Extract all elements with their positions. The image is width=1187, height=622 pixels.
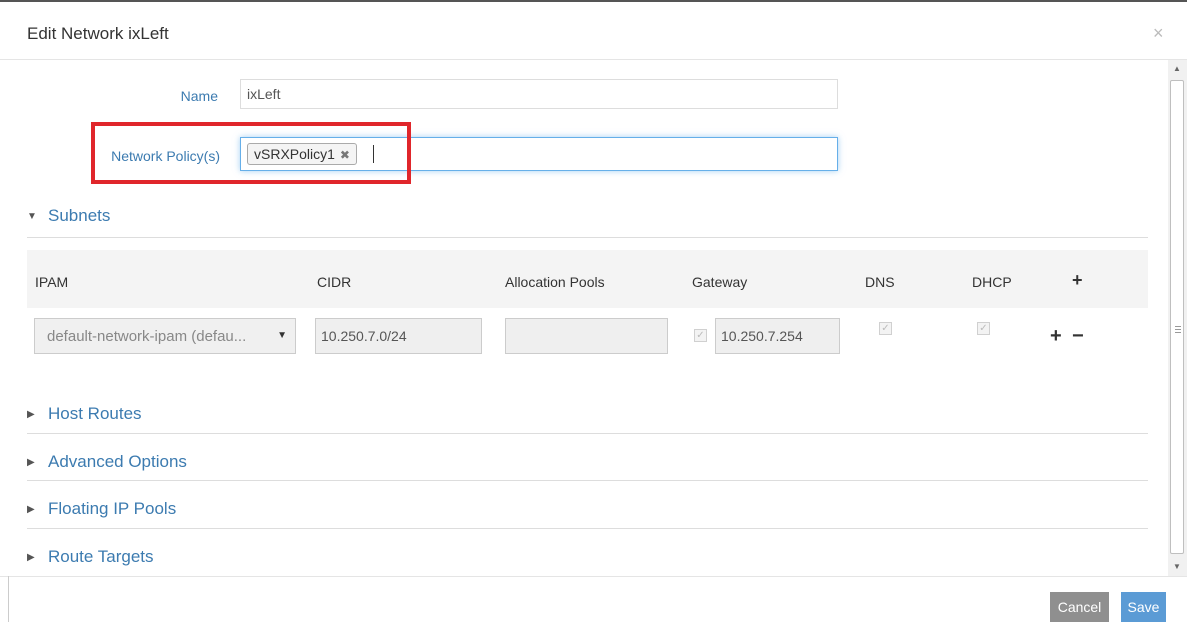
subnet-table-header: IPAM CIDR Allocation Pools Gateway DNS D… [27,250,1148,308]
advanced-options-section[interactable]: ▶ Advanced Options [27,452,1148,481]
gateway-field[interactable]: 10.250.7.254 [715,318,840,354]
subnets-heading: Subnets [48,206,111,225]
save-button[interactable]: Save [1121,592,1166,622]
modal-footer: Cancel Save [0,576,1187,622]
divider [27,480,1148,481]
route-targets-heading: Route Targets [48,547,154,566]
caret-right-icon: ▶ [27,457,35,468]
col-gateway: Gateway [692,274,748,290]
remove-row-icon[interactable]: − [1072,326,1084,346]
caret-down-icon: ▼ [277,330,287,341]
divider [27,433,1148,434]
host-routes-heading: Host Routes [48,404,142,423]
route-targets-section[interactable]: ▶ Route Targets [27,547,1148,569]
grip-icon [1175,326,1181,335]
col-dhcp: DHCP [972,274,1012,290]
modal-header: Edit Network ixLeft × [0,2,1187,60]
subnets-section: ▼ Subnets [27,206,1148,238]
subnets-toggle[interactable]: ▼ Subnets [27,206,1148,228]
vertical-scrollbar[interactable]: ▲ ▼ [1168,60,1187,576]
dhcp-checkbox[interactable]: ✓ [977,322,990,335]
col-ipam: IPAM [35,274,69,290]
dns-checkbox[interactable]: ✓ [879,322,892,335]
edge-line [8,576,9,622]
modal-body: Name Network Policy(s) vSRXPolicy1✖ ▼ Su… [0,60,1168,576]
caret-right-icon: ▶ [27,504,35,515]
scrollbar-thumb[interactable] [1170,80,1184,554]
ipam-select[interactable]: default-network-ipam (defau... ▼ [34,318,296,354]
col-dns: DNS [865,274,895,290]
col-allocation-pools: Allocation Pools [505,274,605,290]
floating-ip-pools-heading: Floating IP Pools [48,499,177,518]
col-cidr: CIDR [317,274,352,290]
caret-down-icon: ▼ [27,211,37,222]
allocation-pools-field[interactable] [505,318,668,354]
add-row-icon[interactable]: + [1050,326,1062,346]
gateway-checkbox[interactable]: ✓ [694,329,707,342]
divider [27,237,1148,238]
edit-network-modal: Edit Network ixLeft × Name Network Polic… [0,0,1187,622]
divider [27,528,1148,529]
ipam-select-value: default-network-ipam (defau... [47,328,247,345]
cancel-button[interactable]: Cancel [1050,592,1109,622]
name-label: Name [180,88,218,104]
caret-right-icon: ▶ [27,409,35,420]
close-icon[interactable]: × [1153,24,1164,42]
cidr-field[interactable]: 10.250.7.0/24 [315,318,482,354]
name-field[interactable] [240,79,838,109]
modal-title: Edit Network ixLeft [27,24,169,43]
scroll-up-icon[interactable]: ▲ [1173,64,1181,73]
caret-right-icon: ▶ [27,552,35,563]
advanced-options-heading: Advanced Options [48,452,187,471]
add-subnet-icon[interactable]: + [1072,270,1083,291]
scroll-down-icon[interactable]: ▼ [1173,562,1181,571]
host-routes-section[interactable]: ▶ Host Routes [27,404,1148,434]
policy-highlight-box [91,122,411,184]
floating-ip-pools-section[interactable]: ▶ Floating IP Pools [27,499,1148,529]
